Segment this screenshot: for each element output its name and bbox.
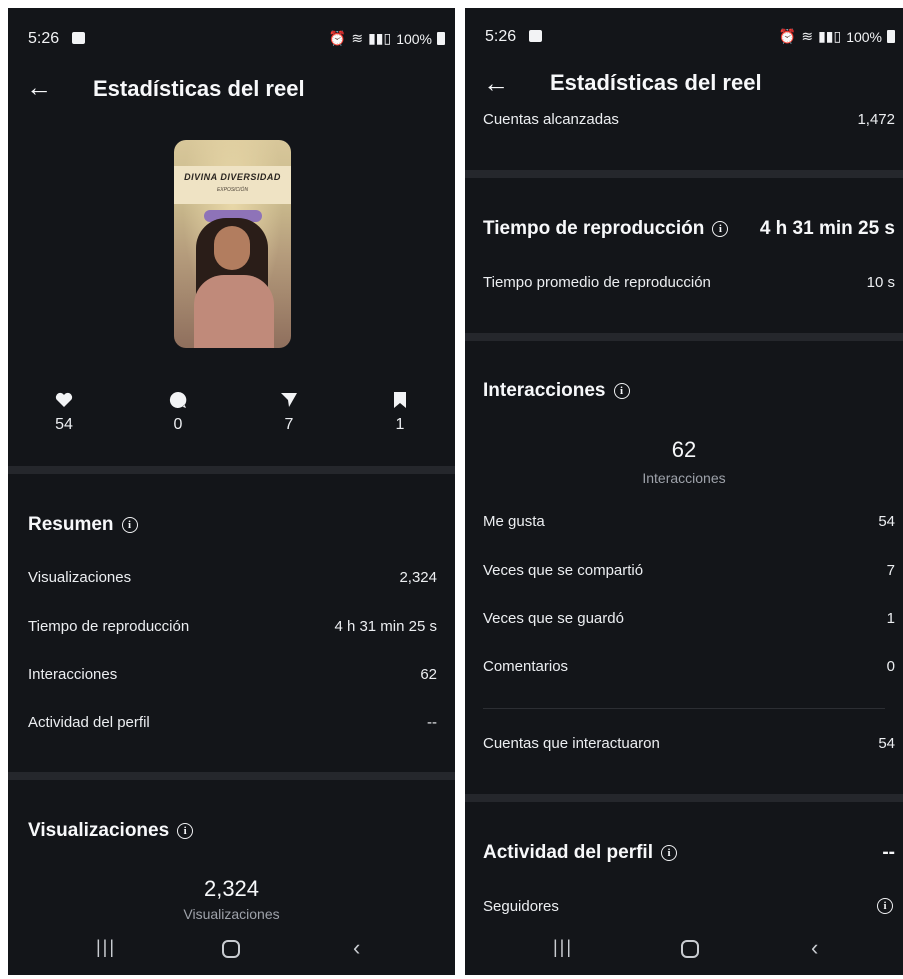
comment-icon[interactable] (169, 391, 187, 409)
section-divider (465, 794, 903, 802)
interaction-row-label: Me gusta (483, 513, 545, 530)
resumen-row-label: Interacciones (28, 666, 118, 683)
visualizaciones-title: Visualizaciones (28, 820, 170, 841)
battery-percent: 100% (396, 30, 432, 47)
interacciones-total: 62 (671, 437, 697, 462)
battery-percent: 100% (846, 28, 882, 45)
section-divider (465, 170, 903, 178)
resumen-title: Resumen (28, 514, 114, 535)
send-icon[interactable] (280, 392, 298, 408)
resumen-row-value: 2,324 (399, 569, 437, 586)
wifi-icon: ≋ (801, 28, 814, 44)
info-icon[interactable]: i (712, 221, 729, 237)
system-nav-bar: ||| ‹ (8, 927, 455, 975)
playtime-title: Tiempo de reproducción (483, 218, 705, 239)
resumen-row-label: Tiempo de reproducción (28, 618, 190, 635)
face-shape (214, 226, 250, 270)
resumen-heading: Resumen i (28, 514, 138, 536)
actividad-value: -- (882, 842, 895, 863)
resumen-row-label: Actividad del perfil (28, 714, 150, 731)
interaction-row-label: Comentarios (483, 658, 569, 675)
left-screen: 5:26 ⏰ ≋ ▮▮▯ 100% ← Estadísticas del ree… (8, 8, 455, 975)
status-time: 5:26 (28, 30, 60, 47)
thumbnail-title: DIVINA DIVERSIDAD (184, 172, 281, 182)
reel-thumbnail[interactable]: DIVINA DIVERSIDAD EXPOSICIÓN (174, 140, 291, 348)
interaction-row-value: 1 (886, 610, 895, 627)
avg-playtime-value: 10 s (866, 274, 895, 291)
info-icon[interactable]: i (660, 845, 677, 861)
comments-count: 0 (173, 416, 183, 433)
row-separator (483, 708, 885, 709)
resumen-row-value: -- (427, 714, 437, 731)
back-arrow-icon[interactable]: ← (483, 68, 509, 99)
playtime-value: 4 h 31 min 25 s (759, 218, 895, 239)
visualizaciones-heading: Visualizaciones i (28, 820, 194, 842)
signal-icon: ▮▮▯ (818, 28, 842, 44)
recents-icon[interactable]: ||| (96, 937, 116, 958)
home-icon[interactable] (681, 940, 699, 958)
alarm-icon: ⏰ (328, 30, 347, 46)
battery-icon (437, 32, 445, 45)
battery-icon (887, 30, 895, 43)
reach-value: 1,472 (857, 111, 895, 128)
likes-count: 54 (55, 416, 73, 433)
avg-playtime-label: Tiempo promedio de reproducción (483, 274, 711, 291)
info-icon[interactable]: i (613, 383, 630, 399)
interaction-row-label: Veces que se compartió (483, 562, 644, 579)
section-divider (8, 772, 455, 780)
visualizaciones-caption: Visualizaciones (183, 906, 280, 922)
accounts-interacted-value: 54 (878, 735, 895, 752)
resumen-row-value: 62 (420, 666, 437, 683)
interaction-row-value: 54 (878, 513, 895, 530)
followers-label: Seguidores (483, 898, 559, 915)
interaction-row-label: Veces que se guardó (483, 610, 624, 627)
heart-icon[interactable] (55, 392, 73, 408)
status-icons: ⏰ ≋ ▮▮▯ 100% (329, 30, 445, 47)
saves-count: 1 (395, 416, 405, 433)
info-icon[interactable]: i (877, 898, 893, 914)
resumen-row-value: 4 h 31 min 25 s (334, 618, 437, 635)
shares-count: 7 (284, 416, 294, 433)
info-icon[interactable]: i (177, 823, 194, 839)
home-icon[interactable] (222, 940, 240, 958)
actividad-title: Actividad del perfil (483, 842, 653, 863)
status-time: 5:26 (485, 28, 517, 45)
playtime-heading: Tiempo de reproducción i (483, 218, 729, 240)
accounts-interacted-label: Cuentas que interactuaron (483, 735, 660, 752)
back-arrow-icon[interactable]: ← (26, 72, 52, 103)
interacciones-title: Interacciones (483, 380, 606, 401)
visualizaciones-value: 2,324 (203, 876, 260, 901)
alarm-icon: ⏰ (778, 28, 797, 44)
bookmark-icon[interactable] (393, 391, 407, 409)
gallery-icon (72, 32, 85, 44)
status-icons: ⏰ ≋ ▮▮▯ 100% (779, 28, 895, 45)
actividad-heading: Actividad del perfil i (483, 842, 677, 864)
interacciones-caption: Interacciones (642, 470, 726, 486)
signal-icon: ▮▮▯ (368, 30, 392, 46)
chevron-left-icon[interactable]: ‹ (353, 935, 360, 961)
section-divider (465, 333, 903, 341)
thumbnail-subtitle: EXPOSICIÓN (216, 187, 249, 193)
reach-label: Cuentas alcanzadas (483, 111, 619, 128)
info-icon[interactable]: i (121, 517, 138, 533)
gallery-icon (529, 30, 542, 42)
interaction-row-value: 7 (886, 562, 895, 579)
hoodie-shape (194, 275, 274, 348)
wifi-icon: ≋ (351, 30, 364, 46)
section-divider (8, 466, 455, 474)
chevron-left-icon[interactable]: ‹ (811, 935, 818, 961)
page-title: Estadísticas del reel (93, 76, 305, 101)
resumen-row-label: Visualizaciones (28, 569, 132, 586)
right-screen: 5:26 ⏰ ≋ ▮▮▯ 100% ← Estadísticas del ree… (465, 8, 903, 975)
recents-icon[interactable]: ||| (553, 937, 573, 958)
interaction-row-value: 0 (886, 658, 895, 675)
system-nav-bar: ||| ‹ (465, 927, 903, 975)
interacciones-heading: Interacciones i (483, 380, 630, 402)
page-title: Estadísticas del reel (550, 70, 762, 95)
